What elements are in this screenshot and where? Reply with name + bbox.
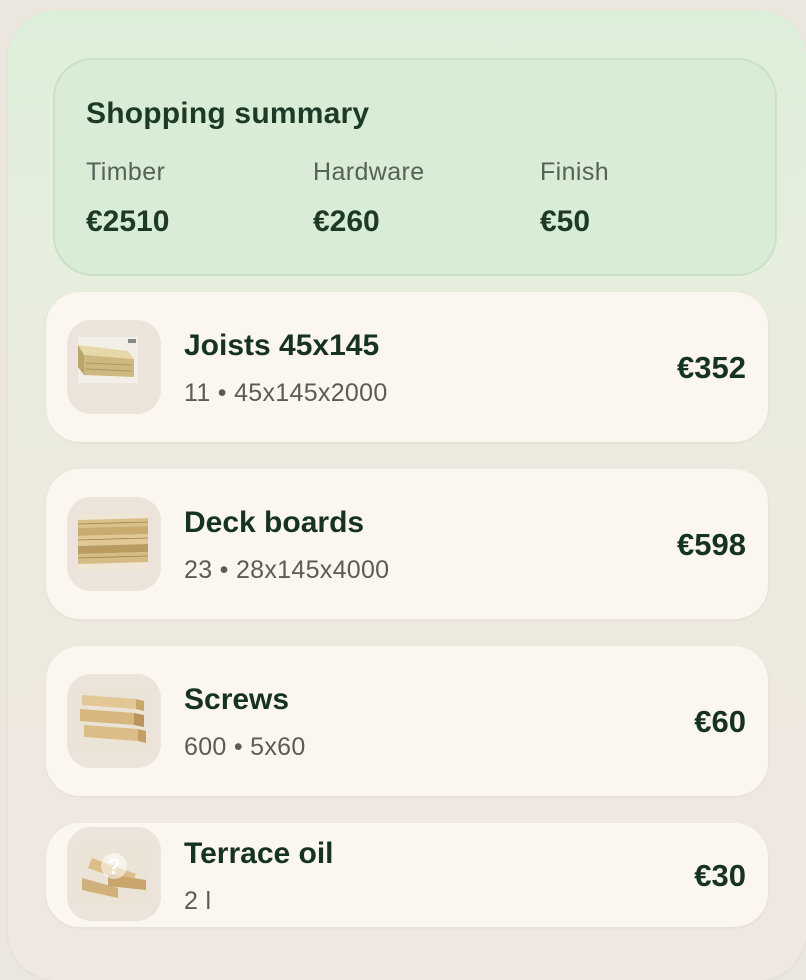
- item-name: Deck boards: [184, 506, 365, 539]
- list-item[interactable]: ? Terrace oil 2 l €30: [46, 823, 768, 927]
- item-price: €60: [694, 704, 746, 739]
- item-name: Terrace oil: [184, 837, 334, 870]
- stat-label: Finish: [540, 158, 610, 186]
- stat-timber: Timber €2510: [86, 158, 169, 239]
- deck-boards-image: [67, 497, 161, 591]
- item-detail: 2 l: [184, 887, 212, 915]
- placeholder-question-image: ?: [67, 827, 161, 921]
- item-price: €30: [694, 858, 746, 893]
- item-detail: 11 • 45x145x2000: [184, 379, 388, 407]
- stat-value: €2510: [86, 205, 170, 238]
- stat-label: Hardware: [313, 158, 425, 186]
- stat-value: €260: [313, 205, 380, 238]
- list-item[interactable]: Screws 600 • 5x60 €60: [46, 646, 768, 796]
- list-item[interactable]: Deck boards 23 • 28x145x4000 €598: [46, 469, 768, 619]
- shopping-summary-card: Shopping summary Timber €2510 Hardware €…: [53, 58, 777, 276]
- list-item[interactable]: Joists 45x145 11 • 45x145x2000 €352: [46, 292, 768, 442]
- stat-label: Timber: [86, 158, 166, 186]
- item-price: €598: [677, 527, 746, 562]
- item-price: €352: [677, 350, 746, 385]
- timber-stack-image: [67, 674, 161, 768]
- stat-finish: Finish €50: [540, 158, 609, 239]
- item-detail: 23 • 28x145x4000: [184, 556, 390, 584]
- item-detail: 600 • 5x60: [184, 733, 306, 761]
- item-name: Screws: [184, 683, 290, 716]
- stat-value: €50: [540, 205, 591, 238]
- summary-title: Shopping summary: [86, 97, 370, 130]
- joist-image: [67, 320, 161, 414]
- svg-text:?: ?: [107, 854, 120, 879]
- stat-hardware: Hardware €260: [313, 158, 425, 239]
- item-name: Joists 45x145: [184, 329, 380, 362]
